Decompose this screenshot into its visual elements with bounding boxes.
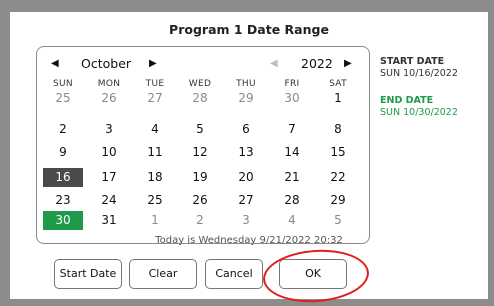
date-range-dialog: Program 1 Date Range ◀ October ▶ ◀ 2022 …: [10, 12, 488, 306]
calendar-day[interactable]: 19: [180, 168, 220, 187]
calendar-day[interactable]: 29: [318, 191, 358, 210]
weekday-label: SUN: [53, 79, 73, 89]
calendar-day[interactable]: 30: [43, 211, 83, 230]
calendar-day[interactable]: 13: [226, 143, 266, 162]
year-label: 2022: [301, 56, 333, 71]
calendar-day[interactable]: 15: [318, 143, 358, 162]
calendar-day[interactable]: 4: [135, 120, 175, 139]
start-date-button[interactable]: Start Date: [54, 259, 122, 289]
calendar-day[interactable]: 31: [89, 211, 129, 230]
prev-month-icon[interactable]: ◀: [51, 56, 59, 72]
next-month-icon[interactable]: ▶: [149, 56, 157, 72]
calendar-day[interactable]: 18: [135, 168, 175, 187]
calendar-day[interactable]: 20: [226, 168, 266, 187]
calendar-day[interactable]: 28: [180, 89, 220, 108]
next-year-icon[interactable]: ▶: [344, 56, 352, 72]
calendar-day[interactable]: 27: [226, 191, 266, 210]
calendar-day[interactable]: 22: [318, 168, 358, 187]
calendar-day[interactable]: 25: [43, 89, 83, 108]
calendar-day[interactable]: 9: [43, 143, 83, 162]
calendar-day[interactable]: 17: [89, 168, 129, 187]
calendar-day[interactable]: 2: [180, 211, 220, 230]
weekday-label: WED: [188, 79, 212, 89]
calendar-day[interactable]: 7: [272, 120, 312, 139]
end-date-value: SUN 10/30/2022: [380, 107, 458, 118]
calendar-day[interactable]: 14: [272, 143, 312, 162]
calendar-day[interactable]: 26: [89, 89, 129, 108]
weekday-label: SAT: [329, 79, 347, 89]
clear-button[interactable]: Clear: [129, 259, 197, 289]
prev-year-icon: ◀: [270, 58, 278, 69]
calendar-day[interactable]: 4: [272, 211, 312, 230]
calendar-day[interactable]: 24: [89, 191, 129, 210]
start-date-value: SUN 10/16/2022: [380, 68, 458, 79]
weekday-label: THU: [236, 79, 256, 89]
calendar-day[interactable]: 6: [226, 120, 266, 139]
month-label: October: [81, 56, 132, 71]
calendar-day[interactable]: 11: [135, 143, 175, 162]
start-date-label: START DATE: [380, 56, 445, 67]
calendar-day[interactable]: 16: [43, 168, 83, 187]
weekday-label: MON: [97, 79, 121, 89]
calendar-day[interactable]: 2: [43, 120, 83, 139]
calendar-day[interactable]: 3: [226, 211, 266, 230]
calendar: ◀ October ▶ ◀ 2022 ▶ SUN MON TUE WED THU FRI S…: [36, 46, 370, 244]
calendar-day[interactable]: 21: [272, 168, 312, 187]
calendar-day[interactable]: 5: [180, 120, 220, 139]
today-text: Today is Wednesday 9/21/2022 20:32: [155, 235, 343, 246]
end-date-label: END DATE: [380, 95, 434, 106]
weekday-label: TUE: [145, 79, 165, 89]
calendar-day[interactable]: 10: [89, 143, 129, 162]
calendar-day[interactable]: 26: [180, 191, 220, 210]
calendar-day[interactable]: 23: [43, 191, 83, 210]
calendar-day[interactable]: 27: [135, 89, 175, 108]
calendar-day[interactable]: 28: [272, 191, 312, 210]
calendar-day[interactable]: 1: [318, 89, 358, 108]
calendar-day[interactable]: 5: [318, 211, 358, 230]
calendar-day[interactable]: 25: [135, 191, 175, 210]
calendar-nav: ◀ October ▶ ◀ 2022 ▶: [37, 56, 369, 72]
calendar-day[interactable]: 1: [135, 211, 175, 230]
calendar-day[interactable]: 29: [226, 89, 266, 108]
calendar-day[interactable]: 12: [180, 143, 220, 162]
highlight-circle: [261, 246, 371, 306]
dialog-title: Program 1 Date Range: [169, 22, 329, 37]
cancel-button[interactable]: Cancel: [205, 259, 263, 289]
weekday-label: FRI: [284, 79, 300, 89]
calendar-day[interactable]: 8: [318, 120, 358, 139]
end-date-summary: END DATE SUN 10/30/2022: [380, 95, 458, 118]
start-date-summary: START DATE SUN 10/16/2022: [380, 56, 458, 79]
calendar-day[interactable]: 3: [89, 120, 129, 139]
calendar-day[interactable]: 30: [272, 89, 312, 108]
